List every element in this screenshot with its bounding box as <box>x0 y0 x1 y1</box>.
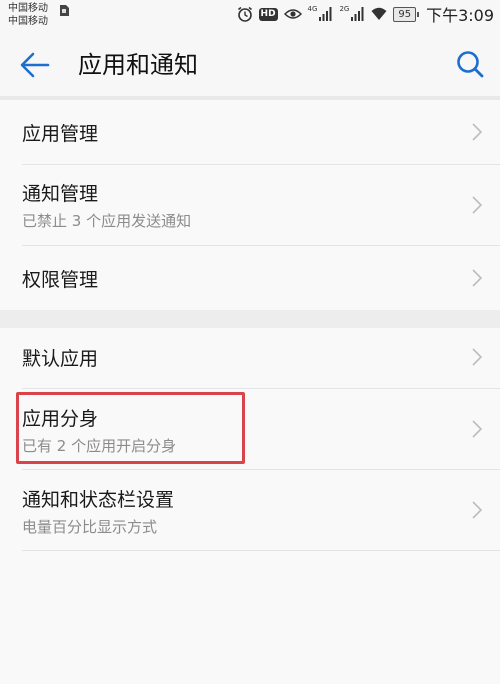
chevron-right-icon <box>472 501 482 519</box>
network-type-2: 2G <box>339 5 350 13</box>
row-app-management[interactable]: 应用管理 <box>0 100 500 164</box>
row-notification-management[interactable]: 通知管理 已禁止 3 个应用发送通知 <box>0 165 500 245</box>
chevron-right-icon <box>472 420 482 438</box>
carrier-label-1: 中国移动 <box>8 3 48 14</box>
wifi-icon <box>371 7 387 20</box>
row-default-apps[interactable]: 默认应用 <box>0 328 500 388</box>
row-notification-statusbar-settings[interactable]: 通知和状态栏设置 电量百分比显示方式 <box>0 470 500 550</box>
alarm-icon <box>237 6 252 22</box>
status-clock: 下午3:09 <box>426 6 494 25</box>
row-title: 通知管理 <box>22 183 99 205</box>
carrier-label-2: 中国移动 <box>8 16 48 27</box>
status-bar: 中国移动 中国移动 HD 4G 2G 95 下午3:09 <box>0 0 500 30</box>
row-subtitle: 已有 2 个应用开启分身 <box>22 437 177 455</box>
row-app-twin[interactable]: 应用分身 已有 2 个应用开启分身 <box>0 389 500 469</box>
row-permission-management[interactable]: 权限管理 <box>0 246 500 310</box>
row-title: 默认应用 <box>22 348 99 370</box>
search-button[interactable] <box>454 48 486 80</box>
row-subtitle: 已禁止 3 个应用发送通知 <box>22 212 192 230</box>
chevron-right-icon <box>472 123 482 141</box>
back-button[interactable] <box>18 50 52 80</box>
row-title: 应用管理 <box>22 123 99 145</box>
app-header: 应用和通知 <box>0 30 500 98</box>
row-title: 通知和状态栏设置 <box>22 489 175 511</box>
carrier-info: 中国移动 中国移动 <box>8 2 69 28</box>
chevron-right-icon <box>472 269 482 287</box>
row-title: 权限管理 <box>22 269 99 291</box>
battery-indicator: 95 <box>393 6 419 22</box>
row-divider <box>22 550 500 551</box>
chevron-right-icon <box>472 348 482 366</box>
group-separator <box>0 310 500 328</box>
network-type-1: 4G <box>307 5 318 13</box>
settings-group-2: 默认应用 应用分身 已有 2 个应用开启分身 通知和状态栏设置 电量百分比显示方… <box>0 328 500 684</box>
signal-strength-icon-1 <box>319 7 332 21</box>
settings-group-1: 应用管理 通知管理 已禁止 3 个应用发送通知 权限管理 <box>0 100 500 310</box>
arrow-left-icon <box>20 52 50 78</box>
row-title: 应用分身 <box>22 408 99 430</box>
page-title: 应用和通知 <box>78 51 198 79</box>
signal-strength-icon-2 <box>351 7 364 21</box>
sim-card-icon <box>60 5 69 16</box>
hd-voice-badge: HD <box>258 7 278 21</box>
row-subtitle: 电量百分比显示方式 <box>22 518 158 536</box>
eye-comfort-icon <box>283 9 302 19</box>
search-icon <box>457 51 484 78</box>
status-icons: HD 4G 2G 95 下午3:09 <box>237 4 494 25</box>
chevron-right-icon <box>472 196 482 214</box>
